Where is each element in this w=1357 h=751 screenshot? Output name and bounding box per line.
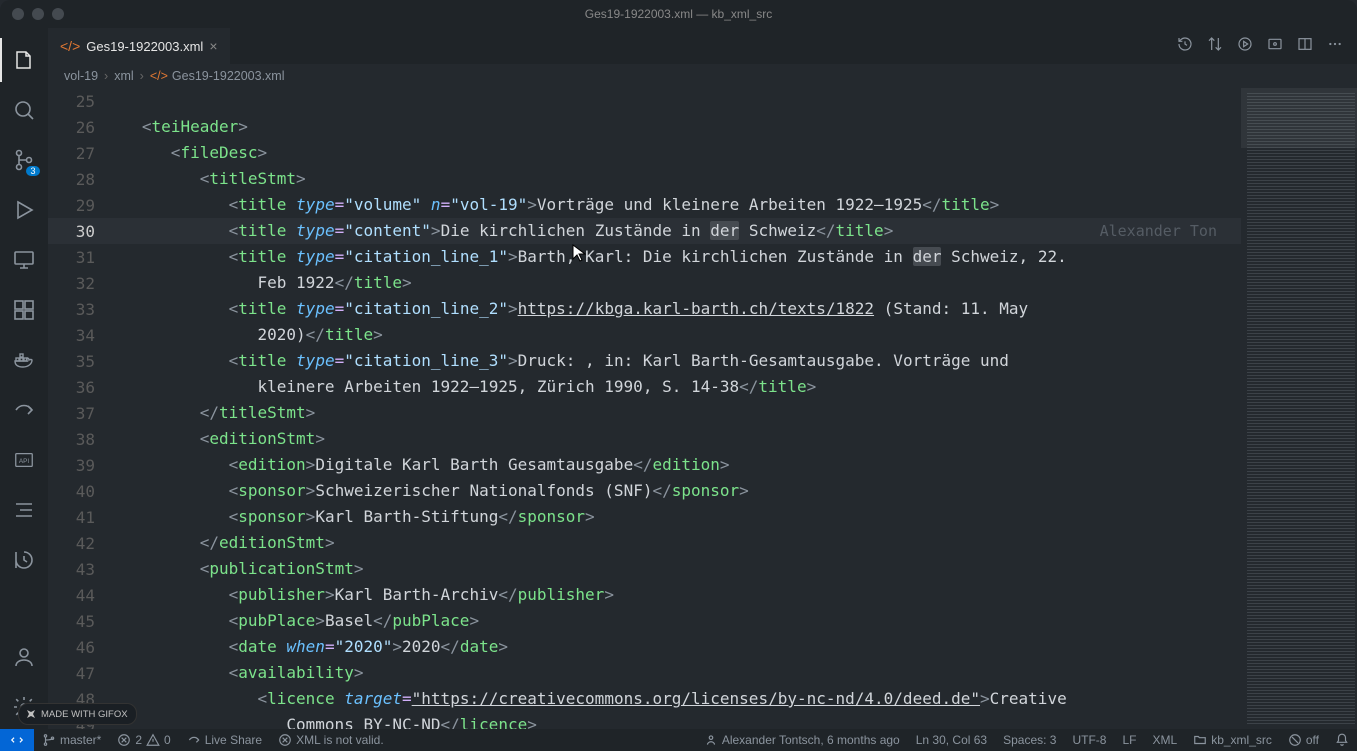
code-line[interactable]: 44 <publisher>Karl Barth-Archiv</publish… xyxy=(48,582,1241,608)
tab-file[interactable]: </> Ges19-1922003.xml × xyxy=(48,28,231,64)
code-line[interactable]: 39 <edition>Digitale Karl Barth Gesamtau… xyxy=(48,452,1241,478)
live-share[interactable]: Live Share xyxy=(179,733,270,747)
breadcrumb-folder[interactable]: xml xyxy=(114,69,133,83)
status-bar: master* 2 0 Live Share XML is not valid.… xyxy=(0,729,1357,751)
code-line[interactable]: 29 <title type="volume" n="vol-19">Vortr… xyxy=(48,192,1241,218)
code-line[interactable]: 33 <title type="citation_line_2">https:/… xyxy=(48,296,1241,322)
activity-bar: 3 API xyxy=(0,28,48,729)
maximize-window-icon[interactable] xyxy=(52,8,64,20)
search-icon[interactable] xyxy=(0,88,48,132)
tab-label: Ges19-1922003.xml xyxy=(86,39,203,54)
minimap-slider[interactable] xyxy=(1241,88,1357,148)
code-line[interactable]: 34 2020)</title> xyxy=(48,322,1241,348)
breadcrumb-folder[interactable]: vol-19 xyxy=(64,69,98,83)
code-line[interactable]: 42 </editionStmt> xyxy=(48,530,1241,556)
code-line[interactable]: 46 <date when="2020">2020</date> xyxy=(48,634,1241,660)
remote-indicator[interactable] xyxy=(0,729,34,751)
code-line[interactable]: 35 <title type="citation_line_3">Druck: … xyxy=(48,348,1241,374)
breadcrumb[interactable]: vol-19 › xml › </> Ges19-1922003.xml xyxy=(48,64,1357,88)
code-line[interactable]: 28 <titleStmt> xyxy=(48,166,1241,192)
code-line[interactable]: 43 <publicationStmt> xyxy=(48,556,1241,582)
api-icon[interactable]: API xyxy=(0,438,48,482)
title-bar: Ges19-1922003.xml — kb_xml_src xyxy=(0,0,1357,28)
preview-icon[interactable] xyxy=(1267,36,1283,57)
minimize-window-icon[interactable] xyxy=(32,8,44,20)
share-icon[interactable] xyxy=(0,388,48,432)
tab-bar: </> Ges19-1922003.xml × xyxy=(48,28,1357,64)
svg-text:API: API xyxy=(19,458,30,465)
code-line[interactable]: 36 kleinere Arbeiten 1922–1925, Zürich 1… xyxy=(48,374,1241,400)
gifox-watermark: MADE WITH GIFOX xyxy=(18,703,137,725)
run-icon[interactable] xyxy=(1237,36,1253,57)
more-icon[interactable] xyxy=(1327,36,1343,57)
split-editor-icon[interactable] xyxy=(1297,36,1313,57)
close-icon[interactable]: × xyxy=(209,38,217,54)
compare-icon[interactable] xyxy=(1207,36,1223,57)
scm-badge: 3 xyxy=(26,166,40,176)
notifications-icon[interactable] xyxy=(1327,733,1357,747)
code-line[interactable]: 38 <editionStmt> xyxy=(48,426,1241,452)
code-line[interactable]: 25 xyxy=(48,88,1241,114)
close-window-icon[interactable] xyxy=(12,8,24,20)
eol[interactable]: LF xyxy=(1114,733,1144,747)
problems[interactable]: 2 0 xyxy=(109,733,178,747)
code-line[interactable]: 47 <availability> xyxy=(48,660,1241,686)
window-controls[interactable] xyxy=(0,8,64,20)
chevron-right-icon: › xyxy=(104,69,108,83)
indentation[interactable]: Spaces: 3 xyxy=(995,733,1064,747)
breadcrumb-file[interactable]: Ges19-1922003.xml xyxy=(172,69,285,83)
git-blame-status[interactable]: Alexander Tontsch, 6 months ago xyxy=(696,733,908,747)
code-editor[interactable]: 25 26 <teiHeader> 27 <fileDesc> 28 <titl… xyxy=(48,88,1357,729)
minimap-canvas xyxy=(1247,92,1355,725)
accounts-icon[interactable] xyxy=(0,635,48,679)
window-title: Ges19-1922003.xml — kb_xml_src xyxy=(585,7,772,21)
git-blame-inline: Alexander Ton xyxy=(1100,218,1217,244)
run-debug-icon[interactable] xyxy=(0,188,48,232)
code-line[interactable]: 41 <sponsor>Karl Barth-Stiftung</sponsor… xyxy=(48,504,1241,530)
explorer-icon[interactable] xyxy=(0,38,48,82)
language-mode[interactable]: XML xyxy=(1145,733,1186,747)
editor-actions xyxy=(1177,36,1357,57)
code-line[interactable]: 48 <licence target="https://creativecomm… xyxy=(48,686,1241,712)
code-line-active[interactable]: 30 <title type="content">Die kirchlichen… xyxy=(48,218,1241,244)
source-control-icon[interactable]: 3 xyxy=(0,138,48,182)
cursor-position[interactable]: Ln 30, Col 63 xyxy=(908,733,995,747)
editor-area: </> Ges19-1922003.xml × xyxy=(48,28,1357,729)
history-icon[interactable] xyxy=(1177,36,1193,57)
timeline-icon[interactable] xyxy=(0,538,48,582)
code-line[interactable]: 27 <fileDesc> xyxy=(48,140,1241,166)
chevron-right-icon: › xyxy=(140,69,144,83)
encoding[interactable]: UTF-8 xyxy=(1064,733,1114,747)
prettier-status[interactable]: off xyxy=(1280,733,1327,747)
workspace-folder[interactable]: kb_xml_src xyxy=(1185,733,1280,747)
code-line[interactable]: 49 Commons BY-NC-ND</licence> xyxy=(48,712,1241,729)
xml-validation-status[interactable]: XML is not valid. xyxy=(270,733,392,747)
docker-icon[interactable] xyxy=(0,338,48,382)
minimap[interactable] xyxy=(1241,88,1357,729)
code-line[interactable]: 37 </titleStmt> xyxy=(48,400,1241,426)
code-line[interactable]: 32 Feb 1922</title> xyxy=(48,270,1241,296)
extensions-icon[interactable] xyxy=(0,288,48,332)
code-line[interactable]: 40 <sponsor>Schweizerischer Nationalfond… xyxy=(48,478,1241,504)
git-branch[interactable]: master* xyxy=(34,733,109,747)
remote-explorer-icon[interactable] xyxy=(0,238,48,282)
xml-file-icon: </> xyxy=(150,69,168,83)
code-line[interactable]: 45 <pubPlace>Basel</pubPlace> xyxy=(48,608,1241,634)
xml-file-icon: </> xyxy=(60,38,80,54)
outline-icon[interactable] xyxy=(0,488,48,532)
code-line[interactable]: 31 <title type="citation_line_1">Barth, … xyxy=(48,244,1241,270)
code-line[interactable]: 26 <teiHeader> xyxy=(48,114,1241,140)
